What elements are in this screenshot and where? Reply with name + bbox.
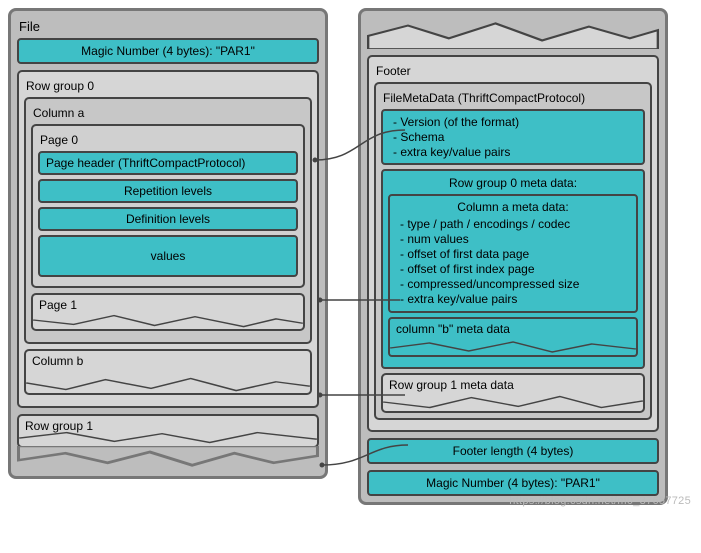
col-a-l3: offset of first data page xyxy=(400,247,630,261)
footer-title: Footer xyxy=(374,62,652,82)
page-1-torn: Page 1 xyxy=(31,293,305,331)
meta-version: Version (of the format) xyxy=(393,115,637,129)
file-title: File xyxy=(17,17,319,38)
col-a-l5: compressed/uncompressed size xyxy=(400,277,630,291)
page-header: Page header (ThriftCompactProtocol) xyxy=(38,151,298,175)
col-b-meta-torn: column "b" meta data xyxy=(388,317,638,357)
meta-schema: Schema xyxy=(393,130,637,144)
col-b-meta-title: column "b" meta data xyxy=(396,322,510,336)
file-meta-data: FileMetaData (ThriftCompactProtocol) Ver… xyxy=(374,82,652,420)
col-a-l2: num values xyxy=(400,232,630,246)
rg0-meta: Row group 0 meta data: Column a meta dat… xyxy=(381,169,645,369)
file-meta-title: FileMetaData (ThriftCompactProtocol) xyxy=(381,89,645,109)
file-bottom-tear xyxy=(17,446,319,470)
file-magic-top: Magic Number (4 bytes): "PAR1" xyxy=(17,38,319,64)
col-a-meta-title: Column a meta data: xyxy=(396,200,630,214)
rg0-meta-title: Row group 0 meta data: xyxy=(388,176,638,190)
col-a-l6: extra key/value pairs xyxy=(400,292,630,306)
footer-top-tear xyxy=(367,17,659,49)
column-b-title: Column b xyxy=(32,354,83,368)
col-a-meta: Column a meta data: type / path / encodi… xyxy=(388,194,638,313)
file-meta-list: Version (of the format) Schema extra key… xyxy=(381,109,645,165)
page-0-title: Page 0 xyxy=(38,131,298,151)
column-a: Column a Page 0 Page header (ThriftCompa… xyxy=(24,97,312,344)
page-1-title: Page 1 xyxy=(39,298,77,312)
repetition-levels: Repetition levels xyxy=(38,179,298,203)
row-group-1-title: Row group 1 xyxy=(25,419,93,433)
rg1-meta-torn: Row group 1 meta data xyxy=(381,373,645,413)
row-group-1-torn: Row group 1 xyxy=(17,414,319,448)
page-0: Page 0 Page header (ThriftCompactProtoco… xyxy=(31,124,305,288)
column-b-torn: Column b xyxy=(24,349,312,395)
rg1-meta-title: Row group 1 meta data xyxy=(389,378,514,392)
footer-box: Footer FileMetaData (ThriftCompactProtoc… xyxy=(367,55,659,432)
column-a-title: Column a xyxy=(31,104,305,124)
watermark: https://blog.csdn.net/m0_37657725 xyxy=(509,495,691,507)
col-a-l1: type / path / encodings / codec xyxy=(400,217,630,231)
meta-extra: extra key/value pairs xyxy=(393,145,637,159)
footer-panel: Footer FileMetaData (ThriftCompactProtoc… xyxy=(358,8,668,505)
values-block: values xyxy=(38,235,298,277)
col-a-l4: offset of first index page xyxy=(400,262,630,276)
file-panel: File Magic Number (4 bytes): "PAR1" Row … xyxy=(8,8,328,479)
definition-levels: Definition levels xyxy=(38,207,298,231)
row-group-0: Row group 0 Column a Page 0 Page header … xyxy=(17,70,319,408)
footer-magic: Magic Number (4 bytes): "PAR1" xyxy=(367,470,659,496)
row-group-0-title: Row group 0 xyxy=(24,77,312,97)
footer-length: Footer length (4 bytes) xyxy=(367,438,659,464)
